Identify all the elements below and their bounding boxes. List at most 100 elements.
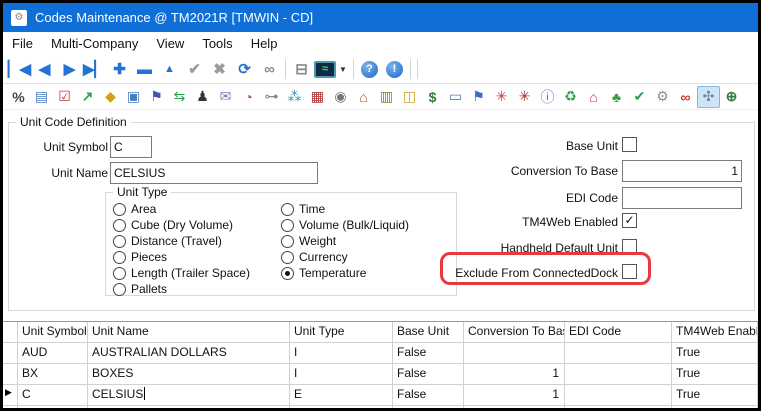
- menu-tools[interactable]: Tools: [193, 32, 241, 55]
- column-header[interactable]: Unit Name: [88, 322, 290, 343]
- table-cell[interactable]: [565, 406, 672, 408]
- table-cell[interactable]: AUSTRALIAN DOLLARS: [88, 343, 290, 364]
- table-cell[interactable]: BOXES: [88, 364, 290, 385]
- window-icon[interactable]: ▭: [444, 86, 467, 108]
- add-record-button[interactable]: ✚: [107, 57, 132, 81]
- collapse-button[interactable]: ▲: [157, 57, 182, 81]
- table-cell[interactable]: I: [290, 364, 393, 385]
- table-cell[interactable]: 1: [464, 385, 565, 406]
- tree-icon[interactable]: ♣: [605, 86, 628, 108]
- table-cell[interactable]: True: [672, 385, 758, 406]
- previous-record-button[interactable]: ◀: [32, 57, 57, 81]
- home-icon[interactable]: ⌂: [582, 86, 605, 108]
- table-cell-editing[interactable]: CELSIUS: [88, 385, 290, 406]
- gears-icon[interactable]: ⚙: [651, 86, 674, 108]
- menu-help[interactable]: Help: [242, 32, 287, 55]
- tm4web-enabled-checkbox[interactable]: ✓: [622, 213, 637, 228]
- chart-icon[interactable]: ↗: [76, 86, 99, 108]
- table-cell[interactable]: AUD: [18, 343, 88, 364]
- org-chart-icon[interactable]: ⁂: [283, 86, 306, 108]
- accept-button[interactable]: ✔: [182, 57, 207, 81]
- table-cell[interactable]: True: [672, 364, 758, 385]
- info-doc-icon[interactable]: ⓘ: [536, 86, 559, 108]
- gauge-icon[interactable]: ◔: [237, 86, 260, 108]
- calendar-icon[interactable]: ▦: [306, 86, 329, 108]
- camera-icon[interactable]: ◉: [329, 86, 352, 108]
- compass-icon[interactable]: ✣: [697, 86, 720, 108]
- column-header[interactable]: TM4Web Enabled: [672, 322, 758, 343]
- routes-icon[interactable]: ✳: [513, 86, 536, 108]
- radio-distance[interactable]: Distance (Travel): [113, 234, 222, 248]
- recycle-icon[interactable]: ♻: [559, 86, 582, 108]
- handheld-default-unit-checkbox[interactable]: [622, 239, 637, 254]
- table-cell[interactable]: 1: [464, 406, 565, 408]
- radio-pieces[interactable]: Pieces: [113, 250, 167, 264]
- delete-record-button[interactable]: ▬: [132, 57, 157, 81]
- table-cell[interactable]: 1: [464, 364, 565, 385]
- column-header[interactable]: Unit Type: [290, 322, 393, 343]
- menu-multi-company[interactable]: Multi-Company: [42, 32, 147, 55]
- exclude-connecteddock-checkbox[interactable]: [622, 264, 637, 279]
- last-record-button[interactable]: ▶▏: [82, 57, 107, 81]
- column-header[interactable]: Base Unit: [393, 322, 464, 343]
- refresh-button[interactable]: ⟳: [232, 57, 257, 81]
- column-header[interactable]: Conversion To Bas: [464, 322, 565, 343]
- menu-file[interactable]: File: [3, 32, 42, 55]
- network-icon[interactable]: ✳: [490, 86, 513, 108]
- radio-length[interactable]: Length (Trailer Space): [113, 266, 250, 280]
- table-cell[interactable]: False: [393, 364, 464, 385]
- table-cell[interactable]: X: [290, 406, 393, 408]
- table-cell[interactable]: True: [672, 343, 758, 364]
- unit-symbol-input[interactable]: [110, 136, 152, 158]
- table-cell[interactable]: BX: [18, 364, 88, 385]
- column-header[interactable]: EDI Code: [565, 322, 672, 343]
- help-button[interactable]: ?: [361, 61, 378, 78]
- radio-pallets[interactable]: Pallets: [113, 282, 167, 296]
- table-cell[interactable]: [565, 385, 672, 406]
- monitor-dropdown-arrow[interactable]: ▼: [336, 57, 350, 81]
- column-header[interactable]: Unit Symbol: [18, 322, 88, 343]
- rate-card-icon[interactable]: ⇆: [168, 86, 191, 108]
- flag-icon[interactable]: ⚑: [145, 86, 168, 108]
- conversion-to-base-input[interactable]: [622, 160, 742, 182]
- table-cell[interactable]: [565, 364, 672, 385]
- car-icon[interactable]: ∞: [674, 86, 697, 108]
- radio-cube[interactable]: Cube (Dry Volume): [113, 218, 233, 232]
- database-icon[interactable]: ▥: [375, 86, 398, 108]
- base-unit-checkbox[interactable]: [622, 137, 637, 152]
- copy-check-icon[interactable]: ▣: [122, 86, 145, 108]
- table-cell[interactable]: E: [290, 385, 393, 406]
- title-bar[interactable]: ⚙ Codes Maintenance @ TM2021R [TMWIN - C…: [3, 3, 758, 32]
- table-cell[interactable]: True: [393, 406, 464, 408]
- first-record-button[interactable]: ▏◀: [7, 57, 32, 81]
- invoice-icon[interactable]: $: [421, 86, 444, 108]
- dock-icon[interactable]: ⌂: [352, 86, 375, 108]
- package-icon[interactable]: ◫: [398, 86, 421, 108]
- approve-icon[interactable]: ✔: [628, 86, 651, 108]
- find-binoculars-icon[interactable]: ∞: [257, 57, 282, 81]
- notes-icon[interactable]: ▤: [30, 86, 53, 108]
- checklist-icon[interactable]: ☑: [53, 86, 76, 108]
- table-cell[interactable]: CAD: [18, 406, 88, 408]
- table-cell[interactable]: False: [393, 385, 464, 406]
- percent-icon[interactable]: %: [7, 86, 30, 108]
- table-cell[interactable]: True: [672, 406, 758, 408]
- about-button[interactable]: !: [386, 61, 403, 78]
- menu-view[interactable]: View: [147, 32, 193, 55]
- print-button[interactable]: ⊟: [289, 57, 314, 81]
- flag-blue-icon[interactable]: ⚑: [467, 86, 490, 108]
- table-cell[interactable]: False: [393, 343, 464, 364]
- table-cell[interactable]: I: [290, 343, 393, 364]
- table-cell[interactable]: [464, 343, 565, 364]
- next-record-button[interactable]: ▶: [57, 57, 82, 81]
- table-cell[interactable]: [565, 343, 672, 364]
- unit-name-input[interactable]: [110, 162, 318, 184]
- shield-icon[interactable]: ◆: [99, 86, 122, 108]
- link-icon[interactable]: ⊶: [260, 86, 283, 108]
- mail-icon[interactable]: ✉: [214, 86, 237, 108]
- radio-area[interactable]: Area: [113, 202, 156, 216]
- table-cell[interactable]: CANADIAN DOLLARS: [88, 406, 290, 408]
- driver-icon[interactable]: ♟: [191, 86, 214, 108]
- edi-code-input[interactable]: [622, 187, 742, 209]
- globe-icon[interactable]: ⊕: [720, 86, 743, 108]
